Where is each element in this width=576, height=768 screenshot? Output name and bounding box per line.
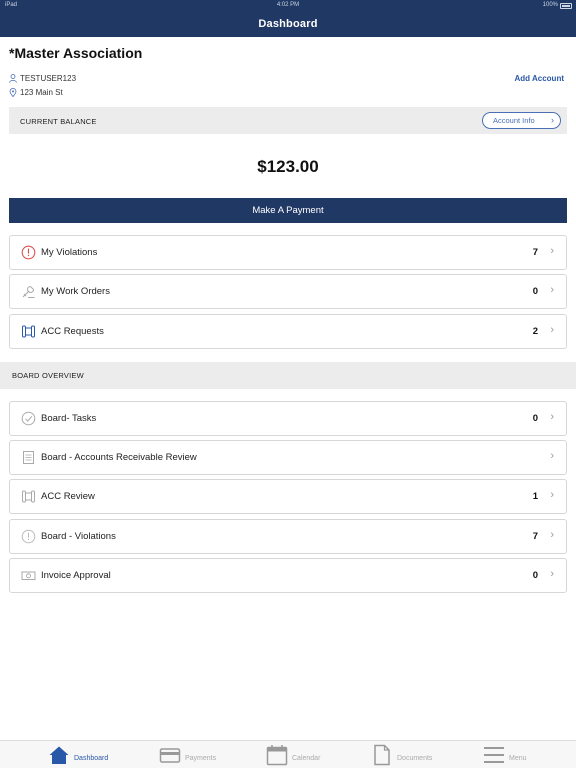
add-account-link[interactable]: Add Account <box>515 74 564 83</box>
tab-label: Calendar <box>292 754 321 762</box>
home-icon <box>49 746 69 764</box>
status-time: 4:02 PM <box>276 2 300 8</box>
row-count: 0 <box>532 570 538 581</box>
address-line: 123 Main St <box>9 88 63 97</box>
row-label: ACC Requests <box>41 326 104 337</box>
board-overview-label: BOARD OVERVIEW <box>12 371 84 380</box>
chevron-right-icon: › <box>550 245 554 257</box>
invoice-approval-row[interactable]: Invoice Approval 0 › <box>9 558 567 593</box>
tab-documents[interactable]: Documents <box>371 743 432 767</box>
alert-circle-icon <box>21 245 36 260</box>
chevron-right-icon: › <box>550 284 554 296</box>
tab-bar: Dashboard Payments Calendar Documents Me… <box>0 740 576 768</box>
my-violations-row[interactable]: My Violations 7 › <box>9 235 567 270</box>
tab-calendar[interactable]: Calendar <box>266 743 320 767</box>
row-label: Board - Violations <box>41 531 116 542</box>
balance-bar: CURRENT BALANCE Account Info › <box>9 107 567 134</box>
row-label: Invoice Approval <box>41 570 111 581</box>
board-ar-review-row[interactable]: Board - Accounts Receivable Review › <box>9 440 567 475</box>
username: TESTUSER123 <box>20 74 77 83</box>
tab-menu[interactable]: Menu <box>483 743 527 767</box>
row-count: 7 <box>532 531 538 542</box>
row-label: Board - Accounts Receivable Review <box>41 452 197 463</box>
chevron-right-icon: › <box>550 411 554 423</box>
acc-requests-row[interactable]: ACC Requests 2 › <box>9 314 567 349</box>
row-label: ACC Review <box>41 491 95 502</box>
app-header: iPad 4:02 PM 100% Dashboard <box>0 0 576 37</box>
account-info-label: Account Info <box>493 116 535 125</box>
page-title: Dashboard <box>258 18 318 30</box>
chevron-right-icon: › <box>550 529 554 541</box>
association-name: *Master Association <box>9 45 143 61</box>
row-count: 7 <box>532 247 538 258</box>
location-pin-icon <box>9 88 17 97</box>
balance-amount: $123.00 <box>257 157 319 176</box>
make-payment-button[interactable]: Make A Payment <box>9 198 567 223</box>
calendar-icon <box>266 745 288 766</box>
account-info-button[interactable]: Account Info › <box>482 112 561 129</box>
battery-icon <box>560 3 572 9</box>
chevron-right-icon: › <box>550 450 554 462</box>
tab-label: Dashboard <box>74 754 109 762</box>
tab-label: Documents <box>397 754 433 762</box>
board-violations-row[interactable]: Board - Violations 7 › <box>9 519 567 554</box>
current-balance-label: CURRENT BALANCE <box>20 117 97 126</box>
row-label: Board- Tasks <box>41 413 97 424</box>
check-circle-icon <box>21 411 36 426</box>
chevron-right-icon: › <box>550 568 554 580</box>
row-label: My Violations <box>41 247 98 258</box>
chevron-right-icon: › <box>550 489 554 501</box>
address: 123 Main St <box>20 88 63 97</box>
status-bar: iPad 4:02 PM 100% <box>0 0 576 12</box>
tab-payments[interactable]: Payments <box>159 743 216 767</box>
document-icon <box>374 744 390 766</box>
chevron-right-icon: › <box>550 324 554 336</box>
board-overview-header: BOARD OVERVIEW <box>0 362 576 389</box>
tab-label: Menu <box>509 754 527 762</box>
wrench-icon <box>22 285 35 298</box>
row-label: My Work Orders <box>41 286 110 297</box>
user-line: TESTUSER123 <box>9 74 76 83</box>
acc-review-row[interactable]: ACC Review 1 › <box>9 479 567 514</box>
row-count: 0 <box>532 413 538 424</box>
alert-circle-icon <box>21 529 36 544</box>
my-work-orders-row[interactable]: My Work Orders 0 › <box>9 274 567 309</box>
blueprint-icon <box>22 490 35 503</box>
tab-dashboard[interactable]: Dashboard <box>48 743 108 767</box>
tab-label: Payments <box>185 754 217 762</box>
row-count: 2 <box>532 326 538 337</box>
row-count: 0 <box>532 286 538 297</box>
board-tasks-row[interactable]: Board- Tasks 0 › <box>9 401 567 436</box>
menu-icon <box>484 747 504 763</box>
money-icon <box>21 571 36 580</box>
row-count: 1 <box>532 491 538 502</box>
battery-percent: 100% <box>542 2 558 8</box>
chevron-right-icon: › <box>551 115 554 125</box>
ledger-icon <box>23 451 34 464</box>
blueprint-icon <box>22 325 35 338</box>
credit-card-icon <box>159 748 181 763</box>
user-icon <box>9 74 17 83</box>
